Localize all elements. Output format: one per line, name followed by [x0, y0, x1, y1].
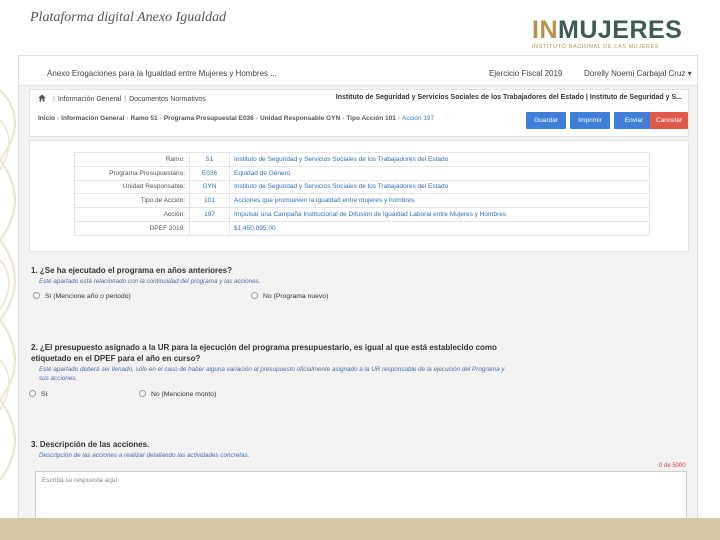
table-row: Programa Presupuestario: E036 Equidad de…: [74, 165, 650, 181]
save-button[interactable]: Guardar: [526, 112, 566, 129]
row-label: DPEF 2019:: [74, 220, 190, 236]
q1-yes-radio[interactable]: Sí (Mencione año o periodo): [33, 292, 131, 300]
crumb-tipo-accion[interactable]: Tipo Acción 101: [346, 115, 396, 122]
row-description: Acciones que promueven la igualdad entre…: [229, 193, 650, 209]
cancel-button[interactable]: Cancelar: [650, 112, 688, 129]
program-details-card: Ramo: 51 Instituto de Seguridad y Servic…: [29, 140, 689, 252]
breadcrumb-path: Inicio › Información General › Ramo 51 › Progr…: [38, 115, 434, 122]
row-code: 197: [189, 207, 230, 222]
footer-band: [0, 518, 720, 540]
navigation-panel: | Información General | Documentos Normativ…: [29, 89, 689, 137]
question-2-hint-line2: sus acciones.: [39, 375, 78, 382]
print-button[interactable]: Imprimir: [570, 112, 610, 129]
slide-title: Plataforma digital Anexo Igualdad: [30, 10, 227, 25]
table-row: Ramo: 51 Instituto de Seguridad y Servic…: [74, 152, 650, 167]
row-code: GYN: [189, 179, 230, 195]
table-row: DPEF 2019: $1,450,095.00: [74, 220, 650, 236]
row-label: Unidad Responsable:: [74, 179, 190, 195]
breadcrumb-separator: |: [124, 96, 127, 103]
fiscal-year: Ejercicio Fiscal 2019: [489, 69, 563, 78]
row-label: Tipo de Acción:: [74, 193, 190, 209]
crumb-accion-active: Acción 197: [402, 115, 435, 122]
table-row: Unidad Responsable: GYN Instituto de Seg…: [74, 179, 650, 195]
user-menu[interactable]: Dorelly Noemi Carbajal Cruz ▾: [584, 69, 692, 78]
app-window: Anexo Erogaciones para la Igualdad entre…: [18, 55, 698, 520]
row-label: Acción:: [74, 207, 190, 222]
crumb-ramo[interactable]: Ramo 51: [131, 115, 158, 122]
breadcrumb-top: | Información General | Documentos Normativ…: [38, 94, 206, 103]
row-description: Equidad de Género: [229, 165, 650, 181]
crumb-programa[interactable]: Programa Presupuestal E036: [164, 115, 254, 122]
logo-mujeres: MUJERES: [558, 16, 683, 44]
q2-no-radio[interactable]: No (Mencione monto): [139, 390, 216, 398]
radio-circle-icon: [139, 390, 146, 397]
question-3-hint: Descripción de las acciones a realizar d…: [39, 452, 250, 459]
q1-no-label: No (Programa nuevo): [263, 293, 329, 300]
radio-circle-icon: [251, 292, 258, 299]
breadcrumb-general-info[interactable]: Información General: [58, 96, 121, 103]
row-label: Programa Presupuestario:: [74, 165, 190, 181]
row-code: 51: [189, 152, 230, 167]
breadcrumb-normative-docs[interactable]: Documentos Normativos: [129, 96, 206, 103]
user-name: Dorelly Noemi Carbajal Cruz: [584, 69, 686, 78]
crumb-unidad[interactable]: Unidad Responsable GYN: [260, 115, 340, 122]
logo-in: IN: [532, 16, 558, 44]
actions-description-textarea[interactable]: [35, 471, 687, 519]
q2-yes-radio[interactable]: Sí: [29, 390, 47, 398]
row-code: E036: [189, 165, 230, 181]
row-description: Instituto de Seguridad y Servicios Socia…: [229, 179, 650, 195]
question-2-title-line1: 2. ¿El presupuesto asignado a la UR para…: [31, 343, 497, 352]
logo-subtitle: INSTITUTO NACIONAL DE LAS MUJERES: [532, 44, 660, 50]
home-icon[interactable]: [38, 94, 46, 102]
table-row: Acción: 197 Impulsar una Campaña Institu…: [74, 207, 650, 222]
row-description: $1,450,095.00: [229, 220, 650, 236]
radio-circle-icon: [29, 390, 36, 397]
inmujeres-logo: INMUJERES INSTITUTO NACIONAL DE LAS MUJE…: [532, 16, 682, 50]
row-description: Impulsar una Campaña Institucional de Di…: [229, 207, 650, 222]
row-description: Instituto de Seguridad y Servicios Socia…: [229, 152, 650, 167]
question-2-title-line2: etiquetado en el DPEF para el año en cur…: [31, 354, 201, 363]
character-counter: 0 de 5000: [659, 463, 686, 469]
table-row: Tipo de Acción: 101 Acciones que promuev…: [74, 193, 650, 209]
breadcrumb-separator: |: [53, 96, 55, 103]
program-details-table: Ramo: 51 Instituto de Seguridad y Servic…: [74, 152, 650, 236]
q2-yes-label: Sí: [41, 391, 48, 398]
row-label: Ramo:: [74, 152, 190, 167]
row-code: [189, 220, 230, 236]
row-code: 101: [189, 193, 230, 209]
q1-no-radio[interactable]: No (Programa nuevo): [251, 292, 328, 300]
crumb-inicio[interactable]: Inicio: [38, 115, 55, 122]
question-3-title: 3. Descripción de las acciones.: [31, 440, 150, 449]
send-button[interactable]: Enviar: [614, 112, 654, 129]
radio-circle-icon: [33, 292, 40, 299]
question-1-hint: Este apartado está relacionado con la co…: [39, 278, 261, 285]
crumb-general-info[interactable]: Información General: [61, 115, 124, 122]
q1-yes-label: Sí (Mencione año o periodo): [45, 293, 131, 300]
logo-wordmark: INMUJERES: [532, 16, 682, 44]
institution-title: Instituto de Seguridad y Servicios Socia…: [335, 94, 682, 101]
q2-no-label: No (Mencione monto): [151, 391, 217, 398]
question-1-title: 1. ¿Se ha ejecutado el programa en años …: [31, 266, 232, 275]
caret-down-icon: ▾: [687, 69, 692, 78]
app-name[interactable]: Anexo Erogaciones para la Igualdad entre…: [47, 69, 277, 78]
question-2-hint-line1: Este apartado deberá ser llenado, sólo e…: [39, 366, 505, 373]
app-header: Anexo Erogaciones para la Igualdad entre…: [19, 56, 697, 86]
